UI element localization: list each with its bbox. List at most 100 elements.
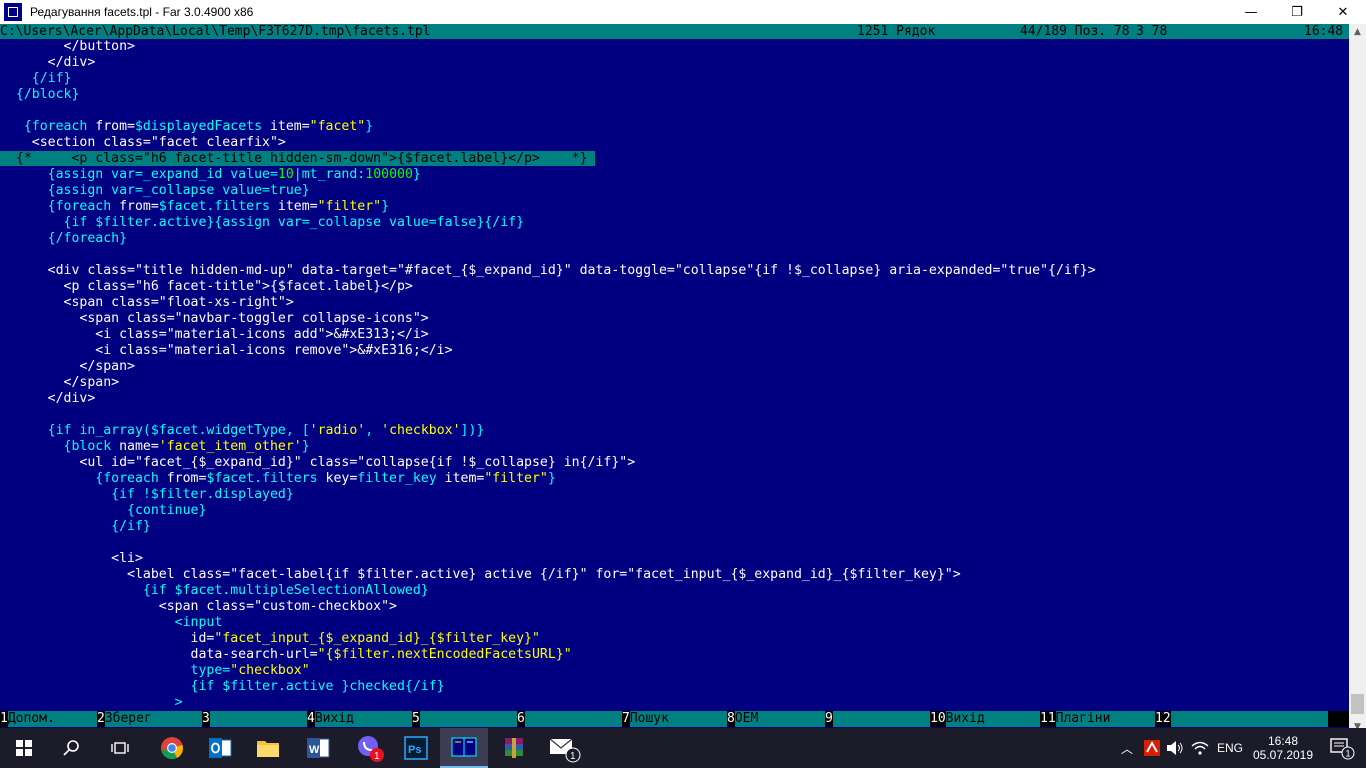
code-line[interactable]: {continue} bbox=[0, 503, 206, 519]
far-manager-taskbar-button[interactable] bbox=[440, 728, 488, 768]
show-hidden-icons-button[interactable]: ︿ bbox=[1116, 728, 1138, 768]
code-line[interactable]: {foreach from=$facet.filters key=filter_… bbox=[0, 471, 556, 487]
code-line[interactable]: <span class="navbar-toggler collapse-ico… bbox=[0, 311, 428, 327]
code-line[interactable]: {if $filter.active}{assign var=_collapse… bbox=[0, 215, 525, 231]
code-line[interactable]: {if $facet.multipleSelectionAllowed} bbox=[0, 583, 429, 599]
code-line[interactable]: {/if} bbox=[0, 71, 72, 87]
code-line[interactable]: </span> bbox=[0, 359, 135, 375]
antivirus-tray-button[interactable] bbox=[1140, 728, 1164, 768]
code-token: 100000 bbox=[365, 167, 413, 182]
code-line[interactable]: <label class="facet-label{if $filter.act… bbox=[0, 567, 961, 583]
code-line[interactable]: {block name='facet_item_other'} bbox=[0, 439, 310, 455]
code-token: item= bbox=[277, 199, 318, 214]
close-button[interactable]: ✕ bbox=[1320, 0, 1366, 24]
code-line[interactable]: </div> bbox=[0, 55, 96, 71]
code-line[interactable]: data-search-url="{$filter.nextEncodedFac… bbox=[0, 647, 572, 663]
word-taskbar-button[interactable]: W bbox=[292, 728, 344, 768]
fkey-4-button[interactable]: 4 Вихід bbox=[307, 711, 412, 727]
photoshop-taskbar-button[interactable]: Ps bbox=[396, 728, 436, 768]
code-line[interactable]: id="facet_input_{$_expand_id}_{$filter_k… bbox=[0, 631, 540, 647]
window-titlebar: Редагування facets.tpl - Far 3.0.4900 x8… bbox=[0, 0, 1366, 24]
fkey-7-button[interactable]: 7 Пошук bbox=[622, 711, 727, 727]
fkey-10-button[interactable]: 10 Вихід bbox=[930, 711, 1040, 727]
fkey-number: 9 bbox=[825, 711, 833, 727]
scroll-up-icon[interactable]: ▲ bbox=[1349, 24, 1366, 40]
code-line[interactable]: {foreach from=$displayedFacets item="fac… bbox=[0, 119, 373, 135]
code-line[interactable]: <input bbox=[0, 615, 223, 631]
code-line[interactable]: </div> bbox=[0, 391, 96, 407]
outlook-taskbar-button[interactable] bbox=[196, 728, 244, 768]
code-line[interactable]: <ul id="facet_{$_expand_id}" class="coll… bbox=[0, 455, 635, 471]
code-token: type= bbox=[0, 663, 231, 678]
code-line[interactable]: <i class="material-icons remove">&#xE316… bbox=[0, 343, 452, 359]
code-line[interactable]: <div class="title hidden-md-up" data-tar… bbox=[0, 263, 1096, 279]
code-token: {foreach bbox=[0, 471, 167, 486]
word-icon: W bbox=[307, 738, 330, 758]
minimize-button[interactable]: — bbox=[1228, 0, 1274, 24]
fkey-8-button[interactable]: 8 OEM bbox=[727, 711, 825, 727]
viber-taskbar-button[interactable]: 1 bbox=[344, 728, 396, 768]
file-path: C:\Users\Acer\AppData\Local\Temp\F3T627D… bbox=[0, 24, 431, 39]
chrome-taskbar-button[interactable] bbox=[148, 728, 196, 768]
code-line[interactable]: <i class="material-icons add">&#xE313;</… bbox=[0, 327, 428, 343]
code-line[interactable]: {* <p class="h6 facet-title hidden-sm-do… bbox=[0, 151, 596, 167]
volume-tray-button[interactable] bbox=[1164, 728, 1186, 768]
network-tray-button[interactable] bbox=[1188, 728, 1212, 768]
fkey-number: 3 bbox=[202, 711, 210, 727]
code-line[interactable]: {/block} bbox=[0, 87, 80, 103]
code-token: </div> bbox=[0, 391, 96, 406]
editor-text-area[interactable]: </button> </div> {/if} {/block} {foreach… bbox=[0, 39, 1349, 711]
code-token: id= bbox=[0, 631, 215, 646]
fkey-1-button[interactable]: 1 Допом. bbox=[0, 711, 97, 727]
code-line[interactable]: {assign var=_expand_id value=10|mt_rand:… bbox=[0, 167, 421, 183]
code-token: {if $facet.multipleSelectionAllowed} bbox=[0, 583, 429, 598]
fkey-label bbox=[1170, 711, 1328, 727]
fkey-11-button[interactable]: 11 Плагіни bbox=[1040, 711, 1155, 727]
editor-scrollbar[interactable]: ▲ ▼ bbox=[1349, 24, 1366, 735]
code-line[interactable]: <span class="custom-checkbox"> bbox=[0, 599, 397, 615]
code-token: } bbox=[412, 167, 421, 182]
code-line[interactable]: <section class="facet clearfix"> bbox=[0, 135, 286, 151]
file-explorer-taskbar-button[interactable] bbox=[244, 728, 292, 768]
clock-button[interactable]: 16:48 05.07.2019 bbox=[1250, 728, 1316, 768]
fkey-2-button[interactable]: 2 Зберег bbox=[97, 711, 202, 727]
code-line[interactable]: type="checkbox" bbox=[0, 663, 310, 679]
mail-taskbar-button[interactable]: 1 bbox=[540, 728, 588, 768]
code-line[interactable]: <p class="h6 facet-title">{$facet.label}… bbox=[0, 279, 413, 295]
fkey-9-button[interactable]: 9 bbox=[825, 711, 930, 727]
code-line[interactable]: {assign var=_collapse value=true} bbox=[0, 183, 310, 199]
winrar-taskbar-button[interactable] bbox=[490, 728, 538, 768]
scroll-thumb[interactable] bbox=[1351, 694, 1364, 714]
fkey-label bbox=[209, 711, 307, 727]
start-button[interactable] bbox=[0, 728, 48, 768]
code-token: "checkbox" bbox=[230, 663, 310, 678]
code-line[interactable]: {/foreach} bbox=[0, 231, 127, 247]
code-token: } bbox=[381, 199, 390, 214]
task-view-button[interactable] bbox=[96, 728, 144, 768]
fkey-3-button[interactable]: 3 bbox=[202, 711, 307, 727]
code-line[interactable]: {if $filter.active }checked{/if} bbox=[0, 679, 445, 695]
code-line[interactable]: {if !$filter.displayed} bbox=[0, 487, 294, 503]
code-line[interactable]: > bbox=[0, 695, 183, 711]
code-line[interactable]: <span class="float-xs-right"> bbox=[0, 295, 294, 311]
code-line[interactable]: </button> bbox=[0, 39, 135, 55]
code-line[interactable]: </span> bbox=[0, 375, 120, 391]
fkey-number: 12 bbox=[1155, 711, 1171, 727]
code-token: ])} bbox=[460, 423, 485, 438]
code-line[interactable]: <li> bbox=[0, 551, 143, 567]
fkey-12-button[interactable]: 12 bbox=[1155, 711, 1328, 727]
search-button[interactable] bbox=[48, 728, 96, 768]
code-token: {/block} bbox=[0, 87, 80, 102]
fkey-6-button[interactable]: 6 bbox=[517, 711, 622, 727]
code-token: from= bbox=[119, 199, 159, 214]
line-position-status: 44/189 Поз. 78 bbox=[1020, 24, 1130, 39]
language-indicator[interactable]: ENG bbox=[1212, 728, 1248, 768]
maximize-button[interactable]: ❐ bbox=[1274, 0, 1320, 24]
code-line[interactable]: {foreach from=$facet.filters item="filte… bbox=[0, 199, 389, 215]
action-center-button[interactable]: 1 bbox=[1318, 728, 1366, 768]
code-line[interactable]: {if in_array($facet.widgetType, ['radio'… bbox=[0, 423, 485, 439]
code-line[interactable]: {/if} bbox=[0, 519, 151, 535]
code-token: <section class="facet clearfix"> bbox=[0, 135, 286, 150]
fkey-5-button[interactable]: 5 bbox=[412, 711, 517, 727]
editor-status-bar: C:\Users\Acer\AppData\Local\Temp\F3T627D… bbox=[0, 24, 1349, 39]
